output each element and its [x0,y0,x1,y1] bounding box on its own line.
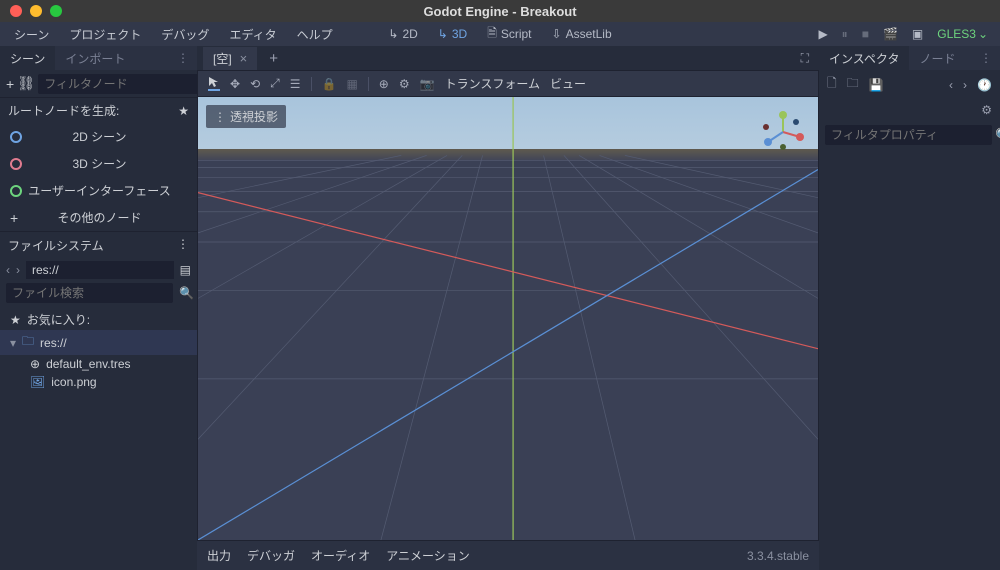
grid-lines [198,97,818,540]
create-root-label: ルートノードを生成: [8,102,119,119]
2d-icon: ↳ [388,27,398,41]
inspector-dots-icon[interactable]: ⋮ [980,51,992,65]
fs-path[interactable]: res:// [26,261,174,279]
bottom-panel: 出力 デバッガ オーディオ アニメーション 3.3.4.stable [197,541,819,570]
play-icon[interactable]: ▶ [818,27,827,41]
file-env[interactable]: ⊕default_env.tres [0,355,197,373]
tab-inspector[interactable]: インスペクタ [819,46,909,71]
history-fwd-icon[interactable]: › [963,78,967,92]
scene-filter-input[interactable] [38,74,205,94]
fs-search-icon[interactable]: 🔍 [179,286,194,300]
tab-animation[interactable]: アニメーション [386,547,470,564]
star-icon: ★ [10,313,21,327]
mode-2d[interactable]: ↳2D [384,25,421,43]
inspector-filter-input[interactable] [825,125,992,145]
extra-tools-icon[interactable]: ⚙ [981,103,992,117]
mode-3d[interactable]: ↳3D [434,25,471,43]
orientation-gizmo[interactable] [758,107,808,157]
camera-icon[interactable]: 📷 [420,77,435,91]
fs-search-input[interactable] [6,283,173,303]
3d-viewport[interactable]: ⋮透視投影 [197,96,819,541]
right-panel: インスペクタ ノード ⋮ 🗋 🗀 💾 ‹ › 🕐 ⚙ 🔍 [819,46,1000,570]
tab-audio[interactable]: オーディオ [311,547,370,564]
tab-node[interactable]: ノード [909,46,965,71]
view-menu[interactable]: ビュー [550,75,586,92]
chevron-down-icon: ⌄ [978,27,988,41]
root-2d-scene[interactable]: 2D シーン [0,123,197,150]
fs-root-row[interactable]: ▾🗀res:// [0,330,197,355]
close-window-icon[interactable] [10,5,22,17]
link-icon[interactable]: ⛓ [18,76,34,92]
nav-back-icon[interactable]: ‹ [6,263,10,277]
favorites-row[interactable]: ★お気に入り: [0,309,197,330]
root-ui[interactable]: ユーザーインターフェース [0,177,197,204]
transform-menu[interactable]: トランスフォーム [445,75,540,92]
menu-project[interactable]: プロジェクト [61,23,149,46]
3d-icon: ↳ [438,27,448,41]
select-tool-icon[interactable] [208,76,220,91]
root-other[interactable]: +その他のノード [0,204,197,231]
folder-icon: 🗀 [22,332,34,353]
nav-fwd-icon[interactable]: › [16,263,20,277]
mode-assetlib[interactable]: ⇩AssetLib [548,25,616,43]
scale-tool-icon[interactable]: ⤢ [270,76,280,91]
history-icon[interactable]: 🕐 [977,78,992,92]
new-resource-icon[interactable]: 🗋 [827,74,837,95]
add-node-icon[interactable]: + [6,76,14,92]
move-tool-icon[interactable]: ✥ [230,77,240,91]
menu-scene[interactable]: シーン [6,23,57,46]
file-icon-png[interactable]: 🖼icon.png [0,373,197,391]
assetlib-icon: ⇩ [552,27,562,41]
left-panel: シーン インポート ⋮ + ⛓ 🔍 ルートノードを生成: ★ 2D シーン 3D… [0,46,197,570]
root-3d-scene[interactable]: 3D シーン [0,150,197,177]
inspector-search-icon[interactable]: 🔍 [996,127,1000,143]
lock-icon[interactable]: 🔒 [322,77,337,91]
scene-tab-empty[interactable]: [空]× [203,47,257,70]
env-file-icon: ⊕ [30,357,40,371]
expand-icon[interactable]: ⛶ [801,51,809,66]
dots-icon: ⋮ [214,110,226,124]
menubar: シーン プロジェクト デバッグ エディタ ヘルプ ↳2D ↳3D 🗎Script… [0,22,1000,46]
script-icon: 🗎 [487,24,497,45]
viewport-toolbar: ✥ ⟲ ⤢ ☰ 🔒 ▦ ⊕ ⚙ 📷 トランスフォーム ビュー [197,70,819,96]
snap-icon[interactable]: ⊕ [379,77,389,91]
filesystem-dots-icon[interactable]: ⋮ [177,237,189,254]
tab-import[interactable]: インポート [55,46,135,71]
snap-config-icon[interactable]: ⚙ [399,77,410,91]
tab-debugger[interactable]: デバッガ [247,547,295,564]
collapse-icon: ▾ [10,336,16,350]
mode-script[interactable]: 🗎Script [483,22,535,47]
save-resource-icon[interactable]: 💾 [869,78,884,92]
rotate-tool-icon[interactable]: ⟲ [250,77,260,91]
history-back-icon[interactable]: ‹ [949,78,953,92]
menu-editor[interactable]: エディタ [221,23,284,46]
titlebar: Godot Engine - Breakout [0,0,1000,22]
window-title: Godot Engine - Breakout [423,4,576,19]
fs-view-icon[interactable]: ▤ [180,263,191,277]
image-file-icon: 🖼 [30,375,45,389]
stop-icon[interactable]: ■ [862,27,869,41]
open-resource-icon[interactable]: 🗀 [847,74,859,95]
favorite-icon[interactable]: ★ [178,104,189,118]
pause-icon[interactable]: ⏸ [842,27,848,42]
version-label: 3.3.4.stable [747,549,809,563]
maximize-window-icon[interactable] [50,5,62,17]
center-panel: [空]× + ⛶ ✥ ⟲ ⤢ ☰ 🔒 ▦ ⊕ ⚙ 📷 トランスフォーム ビュー [197,46,819,570]
play-custom-icon[interactable]: ▣ [912,27,923,41]
renderer-selector[interactable]: GLES3⌄ [937,27,988,41]
menu-help[interactable]: ヘルプ [289,23,341,46]
new-tab-icon[interactable]: + [261,50,286,67]
play-scene-icon[interactable]: 🎬 [883,27,898,41]
group-icon[interactable]: ▦ [346,77,357,91]
scene-dots-icon[interactable]: ⋮ [177,51,189,65]
tab-output[interactable]: 出力 [207,547,231,564]
menu-debug[interactable]: デバッグ [153,23,217,46]
minimize-window-icon[interactable] [30,5,42,17]
list-tool-icon[interactable]: ☰ [290,77,301,91]
perspective-button[interactable]: ⋮透視投影 [206,105,286,128]
tab-scene[interactable]: シーン [0,46,55,71]
close-tab-icon[interactable]: × [240,51,248,66]
filesystem-title: ファイルシステム [8,237,104,254]
